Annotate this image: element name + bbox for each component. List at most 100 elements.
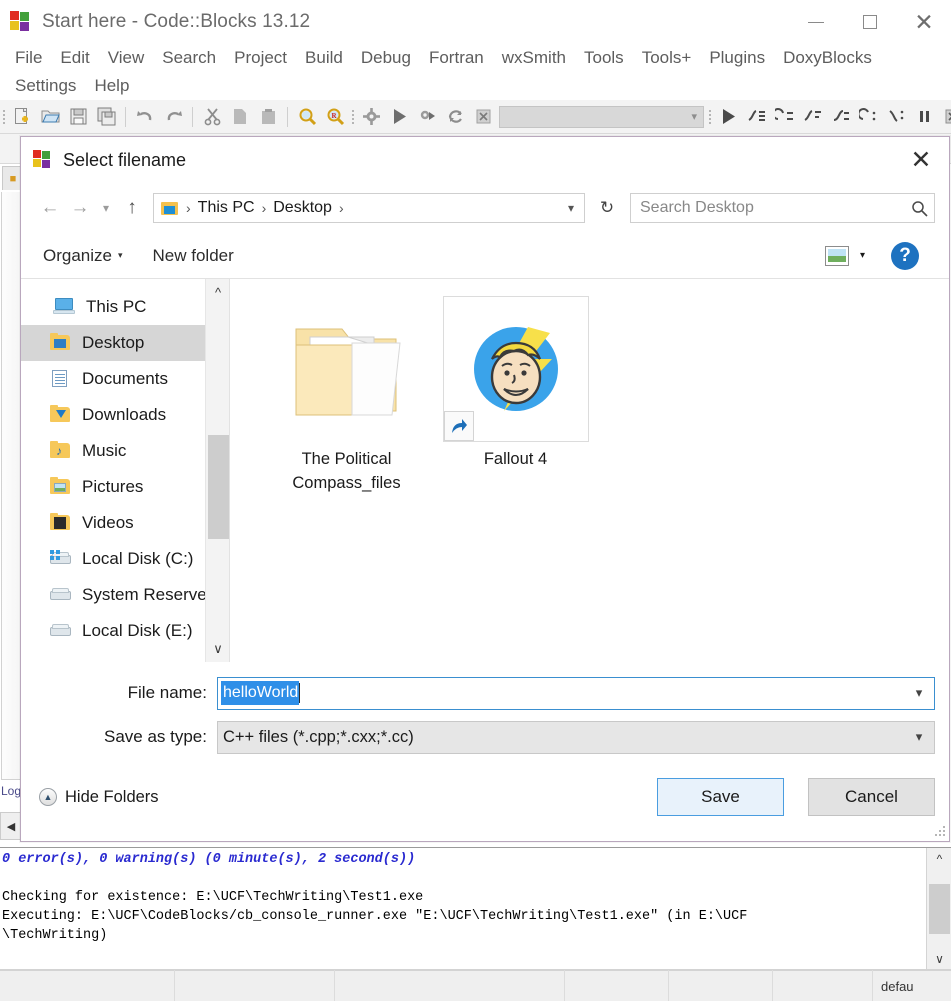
menu-search[interactable]: Search — [153, 44, 225, 72]
build-target-combo[interactable]: ▾ — [499, 105, 704, 128]
chevron-up-icon[interactable]: ^ — [206, 279, 229, 305]
save-button[interactable]: Save — [657, 778, 784, 816]
undo-icon[interactable] — [131, 103, 159, 131]
sidebar-item-system-reserved[interactable]: System Reserved — [21, 577, 229, 613]
save-all-icon[interactable] — [92, 103, 120, 131]
copy-icon[interactable] — [226, 103, 254, 131]
menu-project[interactable]: Project — [225, 44, 296, 72]
sidebar-item-local-disk-e[interactable]: Local Disk (E:) — [21, 613, 229, 649]
cut-icon[interactable] — [198, 103, 226, 131]
chevron-down-icon[interactable]: ▾ — [904, 729, 934, 745]
debug-step-into-icon[interactable] — [798, 103, 826, 131]
breadcrumb-this-pc[interactable]: This PC — [198, 199, 255, 217]
debug-step-into-instruction-icon[interactable] — [882, 103, 910, 131]
minimize-button[interactable] — [789, 0, 843, 44]
sidebar-item-videos[interactable]: Videos — [21, 505, 229, 541]
sidebar-item-local-disk-c[interactable]: Local Disk (C:) — [21, 541, 229, 577]
redo-icon[interactable] — [159, 103, 187, 131]
search-input[interactable]: Search Desktop — [631, 199, 904, 217]
dialog-close-button[interactable]: ✕ — [893, 137, 949, 183]
chevron-up-icon[interactable]: ^ — [927, 848, 951, 870]
sidebar-scrollbar[interactable]: ^ ∨ — [205, 279, 229, 662]
new-file-icon[interactable] — [8, 103, 36, 131]
save-as-type-select[interactable]: C++ files (*.cpp;*.cxx;*.cc) ▾ — [217, 720, 935, 754]
address-dropdown-button[interactable]: ▾ — [558, 201, 584, 215]
view-mode-dropdown[interactable]: ▾ — [860, 250, 865, 261]
menu-view[interactable]: View — [99, 44, 154, 72]
debug-continue-icon[interactable] — [714, 103, 742, 131]
scrollbar-thumb[interactable] — [208, 435, 229, 539]
sidebar-item-music[interactable]: ♪ Music — [21, 433, 229, 469]
sidebar-item-label: Downloads — [82, 405, 167, 424]
resize-grip[interactable] — [934, 826, 946, 838]
list-item[interactable]: The Political Compass_files — [264, 295, 429, 495]
sidebar-item-downloads[interactable]: Downloads — [21, 397, 229, 433]
menu-settings[interactable]: Settings — [6, 72, 85, 100]
address-bar[interactable]: › This PC › Desktop › ▾ — [153, 193, 585, 223]
debug-step-out-icon[interactable] — [826, 103, 854, 131]
recent-locations-button[interactable]: ▾ — [95, 193, 117, 223]
chevron-down-icon[interactable]: ▾ — [904, 685, 934, 701]
log-scrollbar[interactable]: ^ ∨ — [926, 848, 951, 970]
menu-wxsmith[interactable]: wxSmith — [493, 44, 575, 72]
save-icon[interactable] — [64, 103, 92, 131]
menu-debug[interactable]: Debug — [352, 44, 420, 72]
menu-edit[interactable]: Edit — [51, 44, 98, 72]
toolbar-grip[interactable] — [706, 104, 714, 130]
forward-button[interactable]: → — [65, 193, 95, 223]
debug-break-icon[interactable] — [910, 103, 938, 131]
dialog-titlebar: Select filename ✕ — [21, 137, 949, 183]
search-box[interactable]: Search Desktop — [630, 193, 935, 223]
list-item[interactable]: Fallout 4 — [433, 295, 598, 495]
menu-build[interactable]: Build — [296, 44, 352, 72]
hide-folders-button[interactable]: ▲ Hide Folders — [39, 788, 159, 807]
organize-button[interactable]: Organize ▾ — [43, 246, 123, 266]
cancel-button[interactable]: Cancel — [808, 778, 935, 816]
sidebar-item-desktop[interactable]: Desktop — [21, 325, 229, 361]
back-button[interactable]: ← — [35, 193, 65, 223]
logs-scroll-left-button[interactable]: ◀ — [0, 812, 22, 840]
open-file-icon[interactable] — [36, 103, 64, 131]
menu-help[interactable]: Help — [85, 72, 138, 100]
debug-next-instruction-icon[interactable] — [854, 103, 882, 131]
debug-stop-icon[interactable] — [938, 103, 951, 131]
menu-fortran[interactable]: Fortran — [420, 44, 493, 72]
chevron-down-icon[interactable]: ∨ — [206, 636, 229, 662]
build-and-run-icon[interactable] — [413, 103, 441, 131]
replace-icon[interactable]: R — [321, 103, 349, 131]
hide-folders-label: Hide Folders — [65, 787, 159, 806]
search-icon[interactable] — [904, 200, 934, 217]
refresh-button[interactable]: ↻ — [593, 193, 621, 223]
sidebar-item-documents[interactable]: Documents — [21, 361, 229, 397]
run-icon[interactable] — [385, 103, 413, 131]
rebuild-icon[interactable] — [441, 103, 469, 131]
menu-doxyblocks[interactable]: DoxyBlocks — [774, 44, 881, 72]
sidebar-item-pictures[interactable]: Pictures — [21, 469, 229, 505]
scrollbar-thumb[interactable] — [929, 884, 950, 934]
menu-plugins[interactable]: Plugins — [700, 44, 774, 72]
file-list-pane[interactable]: The Political Compass_files Fallout 4 — [230, 279, 949, 662]
view-mode-icon[interactable] — [824, 245, 849, 266]
sidebar-item-this-pc[interactable]: This PC — [21, 289, 229, 325]
menu-file[interactable]: File — [6, 44, 51, 72]
new-folder-button[interactable]: New folder — [153, 246, 234, 266]
menu-tools-plus[interactable]: Tools+ — [633, 44, 701, 72]
find-icon[interactable] — [293, 103, 321, 131]
build-icon[interactable] — [357, 103, 385, 131]
help-button[interactable]: ? — [891, 241, 919, 270]
chevron-down-icon[interactable]: ∨ — [927, 948, 951, 970]
toolbar-grip[interactable] — [349, 104, 357, 130]
close-button[interactable]: ✕ — [897, 0, 951, 44]
breadcrumb-desktop[interactable]: Desktop — [273, 199, 332, 217]
debug-next-line-icon[interactable] — [770, 103, 798, 131]
build-log-text[interactable]: 0 error(s), 0 warning(s) (0 minute(s), 2… — [2, 850, 924, 968]
abort-icon[interactable] — [469, 103, 497, 131]
maximize-button[interactable] — [843, 0, 897, 44]
debug-run-to-cursor-icon[interactable] — [742, 103, 770, 131]
paste-icon[interactable] — [254, 103, 282, 131]
up-button[interactable]: ↑ — [117, 193, 147, 223]
sidebar-item-label: This PC — [86, 297, 147, 316]
menu-tools[interactable]: Tools — [575, 44, 633, 72]
toolbar-grip[interactable] — [0, 104, 8, 130]
file-name-input[interactable]: helloWorld ▾ — [217, 676, 935, 710]
